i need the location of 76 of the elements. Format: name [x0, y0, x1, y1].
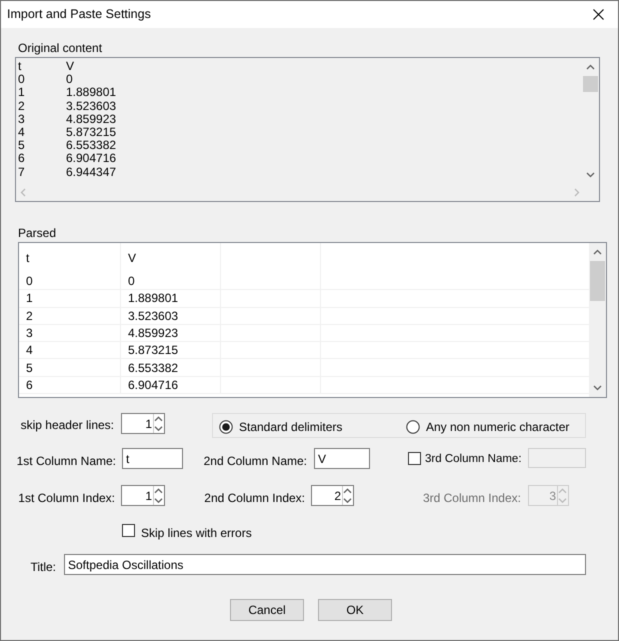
cancel-button[interactable]: Cancel	[230, 599, 304, 621]
table-cell: 6.553382	[121, 359, 221, 376]
text-line-value: 6.904716	[66, 152, 116, 166]
text-line-value: 3	[18, 112, 26, 126]
spin-down-icon	[558, 496, 567, 505]
text-field[interactable]: t	[122, 448, 183, 469]
spin-up-icon[interactable]	[154, 414, 163, 424]
spin-up-icon[interactable]	[343, 486, 352, 496]
text-line-value: 5	[18, 139, 26, 152]
close-icon[interactable]	[592, 9, 604, 20]
table-cell: 0	[19, 273, 121, 290]
text-line-value: 6.553382	[66, 139, 116, 152]
text-line-value: 3.523603	[66, 100, 116, 113]
text-field[interactable]: V	[314, 448, 370, 469]
field-label: 2nd Column Index:	[204, 490, 305, 507]
table-cell: 1.889801	[121, 290, 221, 307]
text-line-value: 0	[66, 73, 73, 86]
scroll-thumb[interactable]	[590, 261, 605, 301]
scrollbar[interactable]	[589, 243, 606, 397]
scroll-up-icon[interactable]	[593, 249, 602, 255]
text-line-value: V	[66, 60, 74, 74]
table-cell: 6	[19, 376, 121, 394]
scroll-down-icon[interactable]	[586, 172, 595, 178]
number-spinner[interactable]: 1	[121, 485, 165, 506]
scroll-up-icon[interactable]	[586, 64, 595, 70]
field-label: skip header lines:	[20, 417, 114, 434]
table-cell: 5	[19, 359, 121, 376]
spin-down-icon[interactable]	[154, 424, 163, 433]
radio-label: Standard delimiters	[239, 419, 342, 436]
table-cell: 4	[19, 342, 121, 358]
text-line-value: 6.944347	[66, 166, 116, 179]
column-header[interactable]: V	[121, 243, 221, 273]
table-cell: 5.873215	[121, 342, 221, 358]
table-cell: 3.523603	[121, 308, 221, 324]
table-cell: 1	[19, 290, 121, 307]
radio-button[interactable]	[406, 420, 420, 434]
field-label: 3rd Column Index:	[422, 490, 521, 507]
spin-up-icon	[558, 486, 567, 496]
table-cell: 3	[19, 324, 121, 342]
field-label: 1st Column Index:	[18, 490, 115, 507]
scroll-thumb[interactable]	[583, 76, 598, 92]
table-cell: 2	[19, 308, 121, 324]
field-label: Title:	[30, 559, 56, 576]
radio-label: Any non numeric character	[426, 419, 570, 436]
text-line-value: 2	[18, 100, 26, 113]
spin-down-icon[interactable]	[154, 496, 163, 505]
title-field[interactable]: Softpedia Oscillations	[64, 554, 586, 575]
checkbox-label: Skip lines with errors	[141, 525, 252, 542]
column-header[interactable]: t	[19, 243, 121, 273]
section-label: Parsed	[18, 225, 56, 242]
text-line-value: 7	[18, 166, 26, 179]
scroll-down-icon[interactable]	[593, 385, 602, 391]
text-line-value: 4.859923	[66, 112, 116, 126]
text-line-value: 4	[18, 126, 26, 140]
field-label: 2nd Column Name:	[204, 453, 307, 470]
text-line-value: 5.873215	[66, 126, 116, 140]
table-cell: 6.904716	[121, 376, 221, 394]
spin-down-icon[interactable]	[343, 496, 352, 505]
text-line-value: 6	[18, 152, 26, 166]
table-cell: 4.859923	[121, 324, 221, 342]
section-label: Original content	[18, 40, 102, 57]
checkbox[interactable]	[122, 524, 135, 537]
text-line-value: 1.889801	[66, 86, 116, 100]
number-spinner[interactable]: 2	[311, 485, 354, 506]
window-title: Import and Paste Settings	[7, 6, 151, 24]
radio-button[interactable]	[219, 420, 233, 434]
ok-button[interactable]: OK	[318, 599, 392, 621]
text-line-value: 0	[18, 73, 26, 86]
spin-up-icon[interactable]	[154, 486, 163, 496]
number-spinner[interactable]: 1	[121, 413, 165, 434]
table-cell: 0	[121, 273, 221, 290]
field-label: 1st Column Name:	[16, 453, 116, 470]
checkbox-label: 3rd Column Name:	[425, 452, 522, 467]
text-line-value: 1	[18, 86, 26, 100]
number-spinner: 3	[528, 485, 569, 506]
text-line-value: t	[18, 60, 22, 74]
